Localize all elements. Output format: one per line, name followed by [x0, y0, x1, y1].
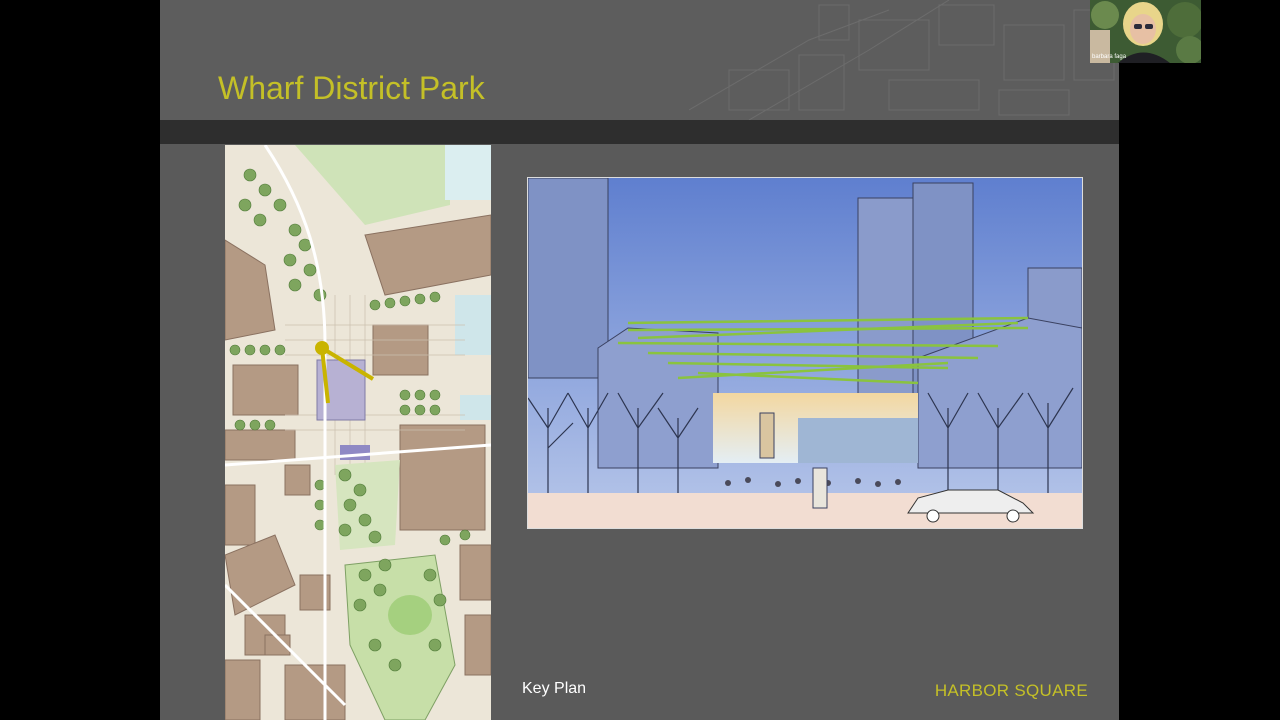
- harbor-square-perspective-sketch: [528, 178, 1082, 528]
- key-plan-map: [225, 145, 491, 720]
- key-plan-label: Key Plan: [522, 680, 587, 697]
- sketch-drawing: [528, 178, 1082, 528]
- participant-name: barbara faga: [1092, 54, 1127, 60]
- screen: Wharf District Park Key Plan HARBOR SQUA…: [0, 0, 1280, 720]
- project-name-label: HARBOR SQUARE: [934, 681, 1088, 700]
- site-plan-watermark: [689, 0, 1115, 120]
- key-plan-drawing: [225, 145, 491, 720]
- slide-title: Wharf District Park: [218, 70, 485, 106]
- participant-video-tile[interactable]: barbara faga: [1090, 0, 1201, 63]
- header-band: [160, 120, 1119, 144]
- slide-header: Wharf District Park: [160, 0, 1119, 120]
- presentation-slide: Wharf District Park Key Plan HARBOR SQUA…: [160, 0, 1119, 720]
